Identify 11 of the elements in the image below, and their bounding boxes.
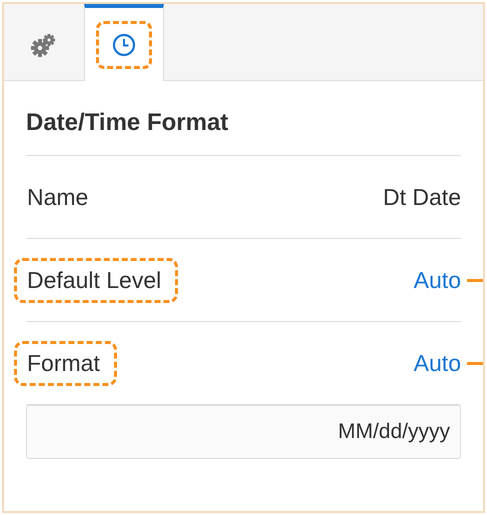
property-label: Format <box>14 340 117 386</box>
property-label: Default Level <box>14 258 178 302</box>
property-link[interactable]: Auto <box>414 266 461 294</box>
clock-icon <box>111 32 137 58</box>
gears-icon <box>31 32 57 58</box>
format-field[interactable]: MM/dd/yyyy <box>26 405 461 459</box>
property-label: Name <box>26 182 90 212</box>
panel-title: Date/Time Format <box>26 99 461 156</box>
tab[interactable] <box>84 4 164 81</box>
property-link[interactable]: Auto <box>414 350 461 376</box>
property-value: Dt Date <box>383 184 461 210</box>
